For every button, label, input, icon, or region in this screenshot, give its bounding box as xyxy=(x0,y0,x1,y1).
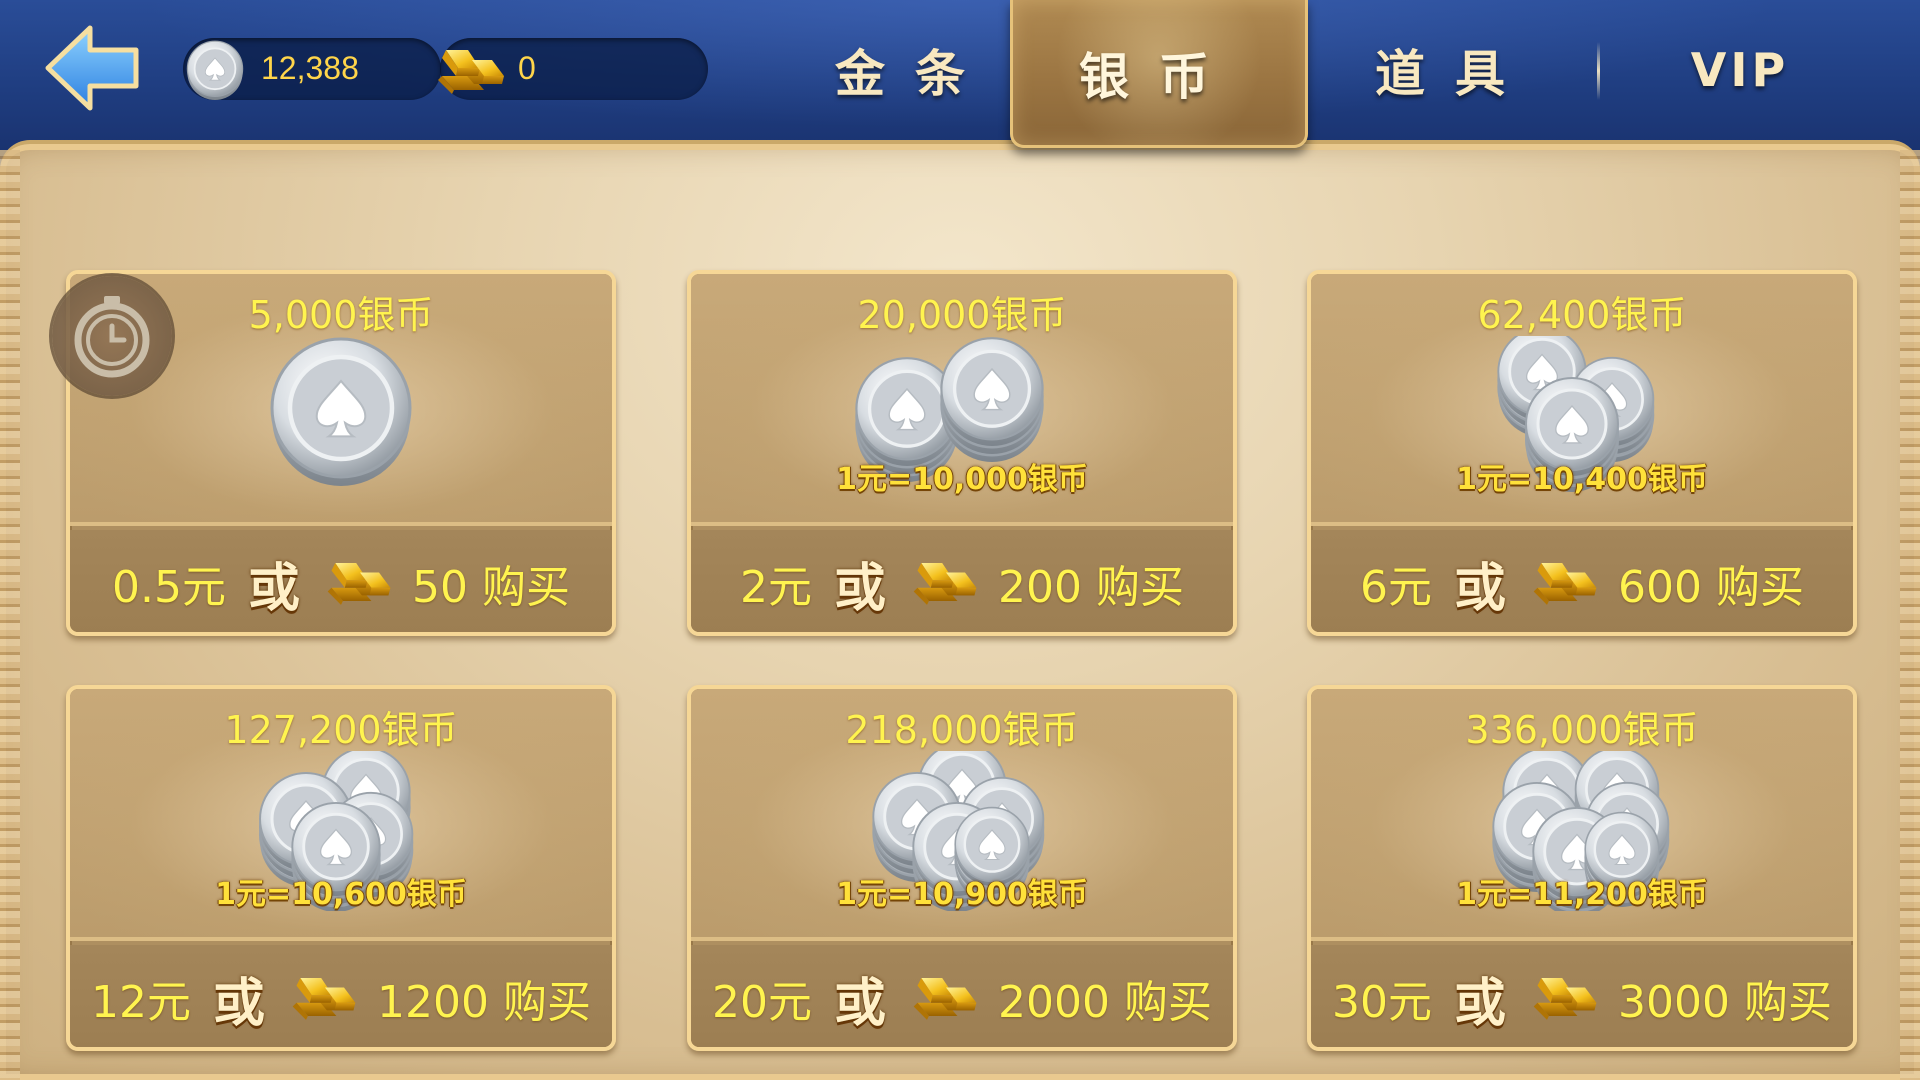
product-card[interactable]: 20,000银币 1元=10,000银币 2元或 200 购买 xyxy=(687,270,1237,636)
silver-coin-icon xyxy=(183,40,247,100)
gold-bar-icon xyxy=(287,972,363,1024)
card-image-area: 62,400银币 1元=10,400银币 xyxy=(1311,274,1853,526)
exchange-rate: 1元=10,400银币 xyxy=(1456,462,1708,497)
gold-bar-icon xyxy=(908,557,984,609)
price-rmb: 0.5元 xyxy=(112,562,226,613)
price-rmb: 20元 xyxy=(712,977,812,1028)
coin-amount: 20,000银币 xyxy=(857,293,1067,337)
coin-amount: 62,400银币 xyxy=(1477,293,1687,337)
coin-amount: 218,000银币 xyxy=(845,708,1079,752)
buy-button[interactable]: 20元或 2000 购买 xyxy=(691,945,1233,1047)
card-image-area: 20,000银币 1元=10,000银币 xyxy=(691,274,1233,526)
card-image-area: 127,200银币 1元=10,600银币 xyxy=(70,689,612,941)
panel-border-left xyxy=(0,150,20,1080)
silver-balance: 12,388 xyxy=(261,50,359,86)
silver-balance-pill: 12,388 xyxy=(183,38,441,100)
coin-amount: 127,200银币 xyxy=(224,708,458,752)
price-gold: 2000 购买 xyxy=(998,977,1212,1028)
or-label: 或 xyxy=(247,558,300,619)
timer-button[interactable] xyxy=(52,276,172,396)
or-label: 或 xyxy=(213,973,266,1034)
product-card[interactable]: 62,400银币 1元=10,400银币 6元或 600 购买 xyxy=(1307,270,1857,636)
price-gold: 200 购买 xyxy=(998,562,1184,613)
gold-bar-icon xyxy=(322,557,398,609)
silver-coin-pile-icon xyxy=(221,336,461,496)
buy-button[interactable]: 12元或 1200 购买 xyxy=(70,945,612,1047)
price-rmb: 30元 xyxy=(1332,977,1432,1028)
gold-bar-icon xyxy=(1528,557,1604,609)
coin-amount: 336,000银币 xyxy=(1465,708,1699,752)
card-image-area: 336,000银币 1元=11,200银币 xyxy=(1311,689,1853,941)
tab-items[interactable]: 道具 xyxy=(1310,0,1600,140)
product-card[interactable]: 218,000银币 1元=10,900银币 20元或 2000 购买 xyxy=(687,685,1237,1051)
panel-border-right xyxy=(1900,150,1920,1080)
product-card[interactable]: 127,200银币 1元=10,600银币 12元或 1200 购买 xyxy=(66,685,616,1051)
price-gold: 50 购买 xyxy=(412,562,570,613)
price-gold: 1200 购买 xyxy=(377,977,591,1028)
gold-bar-icon xyxy=(1528,972,1604,1024)
price-rmb: 12元 xyxy=(91,977,191,1028)
price-gold: 600 购买 xyxy=(1618,562,1804,613)
tab-silver-coins[interactable]: 银币 xyxy=(1010,0,1308,148)
exchange-rate: 1元=10,600银币 xyxy=(215,877,467,912)
exchange-rate: 1元=11,200银币 xyxy=(1456,877,1708,912)
buy-button[interactable]: 6元或 600 购买 xyxy=(1311,530,1853,632)
gold-balance: 0 xyxy=(518,50,536,86)
or-label: 或 xyxy=(834,973,887,1034)
card-image-area: 218,000银币 1元=10,900银币 xyxy=(691,689,1233,941)
gold-bar-icon xyxy=(908,972,984,1024)
timer-icon xyxy=(74,296,150,378)
back-button[interactable] xyxy=(40,18,145,118)
buy-button[interactable]: 2元或 200 购买 xyxy=(691,530,1233,632)
or-label: 或 xyxy=(834,558,887,619)
gold-balance-pill: 0 xyxy=(440,38,708,100)
buy-button[interactable]: 0.5元或 50 购买 xyxy=(70,530,612,632)
tab-vip[interactable]: VIP xyxy=(1600,0,1880,140)
price-rmb: 6元 xyxy=(1360,562,1432,613)
price-rmb: 2元 xyxy=(740,562,812,613)
or-label: 或 xyxy=(1454,973,1507,1034)
buy-button[interactable]: 30元或 3000 购买 xyxy=(1311,945,1853,1047)
exchange-rate: 1元=10,000银币 xyxy=(836,462,1088,497)
price-gold: 3000 购买 xyxy=(1618,977,1832,1028)
top-bar: 12,388 0 金条 银币 道具 VIP xyxy=(0,0,1920,150)
back-arrow-icon xyxy=(45,25,139,111)
exchange-rate: 1元=10,900银币 xyxy=(836,877,1088,912)
or-label: 或 xyxy=(1454,558,1507,619)
gold-bar-icon xyxy=(432,44,512,98)
product-card[interactable]: 336,000银币 1元=11,200银币 30元或 3000 购买 xyxy=(1307,685,1857,1051)
